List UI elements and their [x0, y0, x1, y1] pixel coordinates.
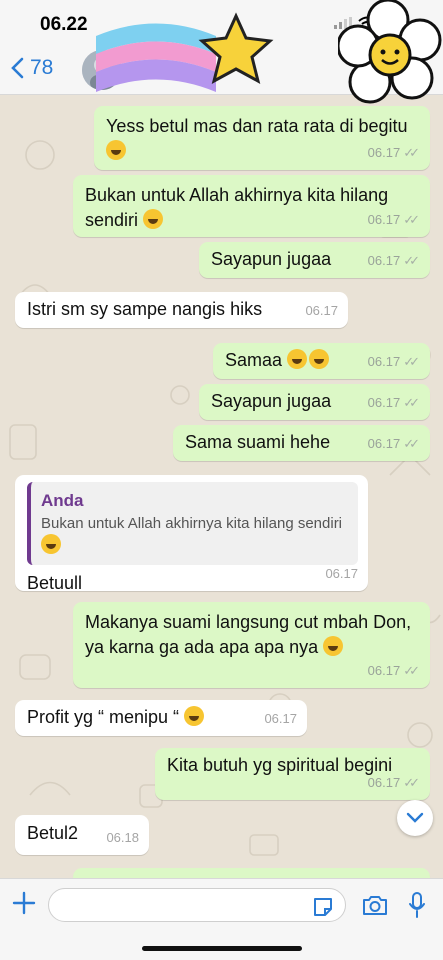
message-text: Istri sm sy sampe nangis hiks [27, 299, 263, 319]
message-text: Profit yg “ menipu “ [27, 707, 180, 727]
sticker-button[interactable] [312, 896, 334, 923]
message-meta: 06.17 ✓✓ [368, 248, 420, 273]
message-time: 06.17 [325, 566, 358, 581]
message-meta: 06.17 [264, 706, 297, 731]
message-text: Betuull [27, 573, 83, 593]
message-meta: 06.17 ✓✓ [368, 140, 420, 165]
message-meta: 06.17 ✓✓ [368, 390, 420, 415]
message-incoming[interactable]: Profit yg “ menipu “ 06.17 [15, 700, 307, 736]
message-text: Bukan untuk Allah akhirnya kita hilang s… [85, 185, 389, 230]
message-incoming-reply[interactable]: Anda Bukan untuk Allah akhirnya kita hil… [15, 475, 368, 593]
message-input[interactable] [48, 888, 346, 922]
message-outgoing[interactable]: Sayapun jugaa 06.17 ✓✓ [199, 242, 430, 278]
message-meta: 06.17 ✓✓ [368, 431, 420, 456]
read-ticks-icon: ✓✓ [403, 212, 420, 227]
message-text: Kita butuh yg spiritual begini [167, 755, 393, 775]
message-outgoing[interactable]: Sayapun jugaa 06.17 ✓✓ [199, 384, 430, 420]
message-outgoing[interactable]: Yess betul mas dan rata rata di begitu 0… [94, 106, 430, 170]
read-ticks-icon: ✓✓ [403, 354, 420, 369]
message-time: 06.17 [264, 711, 297, 726]
scroll-to-bottom-button[interactable] [397, 800, 433, 836]
read-ticks-icon: ✓✓ [403, 775, 420, 790]
message-outgoing[interactable]: Kita butuh yg spiritual begini 06.17 ✓✓ [155, 748, 430, 800]
crying-emoji-icon [143, 209, 164, 229]
message-time: 06.17 [367, 663, 401, 678]
chevron-down-icon [406, 812, 424, 823]
message-text: Sama suami hehe [185, 432, 331, 452]
message-time: 06.18 [106, 830, 139, 845]
status-time: 06.22 [40, 14, 88, 35]
chevron-left-icon [11, 57, 24, 79]
grinning-emoji-icon [184, 706, 205, 726]
message-outgoing-partial[interactable] [73, 868, 430, 878]
grinning-emoji-icon [287, 349, 308, 369]
crying-emoji-icon [106, 140, 126, 160]
message-outgoing[interactable]: Samaa 06.17 ✓✓ [213, 343, 430, 379]
message-list[interactable]: Yess betul mas dan rata rata di begitu 0… [0, 95, 443, 878]
message-meta: 06.18 [106, 825, 139, 850]
plus-icon [12, 891, 36, 915]
home-indicator [142, 946, 302, 951]
message-meta: 06.17 ✓✓ [368, 207, 420, 232]
quoted-text-content: Bukan untuk Allah akhirnya kita hilang s… [41, 515, 343, 532]
unread-count: 78 [30, 56, 54, 79]
back-button[interactable]: 78 [10, 56, 53, 80]
camera-button[interactable] [362, 894, 388, 921]
flower-sticker [338, 0, 442, 104]
message-meta: 06.17 ✓✓ [368, 770, 420, 795]
message-outgoing[interactable]: Sama suami hehe 06.17 ✓✓ [173, 425, 430, 461]
sweat-smile-emoji-icon [309, 349, 330, 369]
quoted-message[interactable]: Anda Bukan untuk Allah akhirnya kita hil… [27, 482, 358, 565]
message-text: Sayapun jugaa [211, 249, 332, 269]
message-time: 06.17 [367, 253, 401, 268]
attach-button[interactable] [12, 889, 36, 923]
message-meta: 06.17 ✓✓ [368, 349, 420, 374]
message-meta: 06.17 [325, 561, 358, 586]
voice-note-button[interactable] [408, 891, 426, 924]
read-ticks-icon: ✓✓ [403, 253, 420, 268]
message-time: 06.17 [305, 303, 338, 318]
read-ticks-icon: ✓✓ [403, 395, 420, 410]
message-time: 06.17 [367, 212, 401, 227]
quoted-sender: Anda [41, 491, 84, 510]
read-ticks-icon: ✓✓ [403, 663, 420, 678]
message-time: 06.17 [367, 395, 401, 410]
crying-emoji-icon [41, 534, 61, 554]
message-meta: 06.17 ✓✓ [368, 658, 420, 683]
quoted-text: Bukan untuk Allah akhirnya kita hilang s… [41, 513, 350, 557]
message-incoming[interactable]: Istri sm sy sampe nangis hiks 06.17 [15, 292, 348, 328]
message-text: Makanya suami langsung cut mbah Don, ya … [85, 612, 412, 657]
microphone-icon [409, 892, 425, 918]
message-time: 06.17 [367, 354, 401, 369]
message-text: Samaa [225, 350, 283, 370]
message-time: 06.17 [367, 145, 401, 160]
message-text: Yess betul mas dan rata rata di begitu [106, 116, 408, 136]
rofl-emoji-icon [323, 636, 344, 656]
read-ticks-icon: ✓✓ [403, 145, 420, 160]
message-text: Sayapun jugaa [211, 391, 332, 411]
message-text: Betul2 [27, 823, 79, 843]
message-outgoing[interactable]: Makanya suami langsung cut mbah Don, ya … [73, 602, 430, 688]
message-incoming[interactable]: Betul2 06.18 [15, 815, 149, 855]
camera-icon [363, 896, 387, 915]
message-meta: 06.17 [305, 298, 338, 323]
message-outgoing[interactable]: Bukan untuk Allah akhirnya kita hilang s… [73, 175, 430, 237]
sticker-icon [314, 898, 332, 916]
message-time: 06.17 [367, 436, 401, 451]
message-time: 06.17 [367, 775, 401, 790]
read-ticks-icon: ✓✓ [403, 436, 420, 451]
